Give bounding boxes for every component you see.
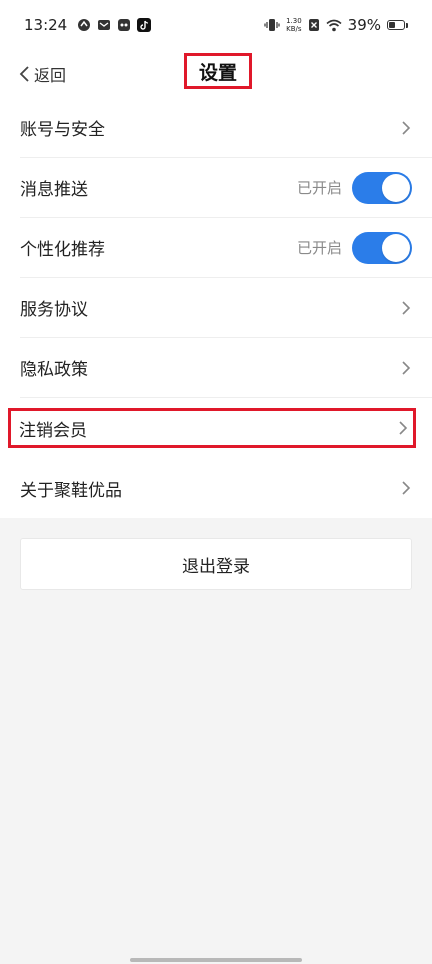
battery-fill <box>389 22 395 28</box>
settings-item-right <box>397 420 409 436</box>
settings-item-label: 隐私政策 <box>20 360 88 380</box>
chevron-right-icon <box>400 360 412 376</box>
home-indicator[interactable] <box>130 958 302 962</box>
status-bar-right: 1.30 KB/s 39% <box>264 16 408 34</box>
page-title: 设置 <box>184 53 252 89</box>
back-button[interactable]: 返回 <box>18 58 66 90</box>
chevron-right-icon <box>397 420 409 436</box>
settings-item-right <box>400 480 412 496</box>
settings-item-label: 关于聚鞋优品 <box>20 480 122 501</box>
app-icon <box>117 18 131 32</box>
settings-item-label: 个性化推荐 <box>20 240 105 260</box>
settings-item-label: 注销会员 <box>19 420 87 441</box>
tiktok-icon <box>137 18 152 32</box>
network-speed-unit: KB/s <box>286 25 302 33</box>
settings-item-service-agreement[interactable]: 服务协议 <box>20 278 432 338</box>
settings-item-label: 服务协议 <box>20 300 88 320</box>
app-notification-icon <box>77 18 91 32</box>
status-bar: 13:24 1.30 KB/s 39% <box>0 0 432 50</box>
sim-blocked-icon <box>308 18 320 32</box>
settings-item-personalized-recommendations: 个性化推荐 已开启 <box>20 218 432 278</box>
settings-item-right: 已开启 <box>296 231 412 264</box>
mail-icon <box>97 18 111 32</box>
settings-item-right <box>400 120 412 136</box>
push-notifications-toggle[interactable] <box>352 171 412 204</box>
chevron-right-icon <box>400 120 412 136</box>
settings-item-label: 消息推送 <box>20 180 88 200</box>
settings-list: 账号与安全 消息推送 已开启 个性化推荐 已开启 服务协议 隐私政策 注销会员 … <box>0 98 432 518</box>
personalized-recommendations-toggle[interactable] <box>352 231 412 264</box>
settings-item-label: 账号与安全 <box>20 120 105 140</box>
chevron-left-icon <box>18 65 30 83</box>
settings-item-privacy-policy[interactable]: 隐私政策 <box>20 338 432 398</box>
settings-item-right: 已开启 <box>296 171 412 204</box>
network-speed: 1.30 KB/s <box>286 17 302 33</box>
battery-icon <box>387 20 408 30</box>
battery-shell <box>387 20 405 30</box>
network-speed-value: 1.30 <box>286 17 302 25</box>
settings-item-about[interactable]: 关于聚鞋优品 <box>20 458 432 518</box>
toggle-knob <box>382 233 410 262</box>
wifi-icon <box>326 19 342 32</box>
toggle-knob <box>382 173 410 202</box>
chevron-right-icon <box>400 480 412 496</box>
status-time: 13:24 <box>24 16 68 34</box>
nav-bar: 返回 设置 <box>0 50 432 99</box>
battery-percent: 39% <box>347 16 381 34</box>
vibrate-icon <box>264 18 280 32</box>
status-bar-left: 13:24 <box>24 16 152 34</box>
battery-tip <box>406 22 408 28</box>
toggle-status-text: 已开启 <box>296 239 342 257</box>
settings-item-push-notifications: 消息推送 已开启 <box>20 158 432 218</box>
settings-item-right <box>400 300 412 316</box>
settings-item-right <box>400 360 412 376</box>
logout-button[interactable]: 退出登录 <box>20 538 412 590</box>
toggle-status-text: 已开启 <box>296 179 342 197</box>
chevron-right-icon <box>400 300 412 316</box>
settings-item-cancel-membership[interactable]: 注销会员 <box>8 408 416 448</box>
back-label: 返回 <box>34 66 67 85</box>
settings-item-account-security[interactable]: 账号与安全 <box>20 98 432 158</box>
